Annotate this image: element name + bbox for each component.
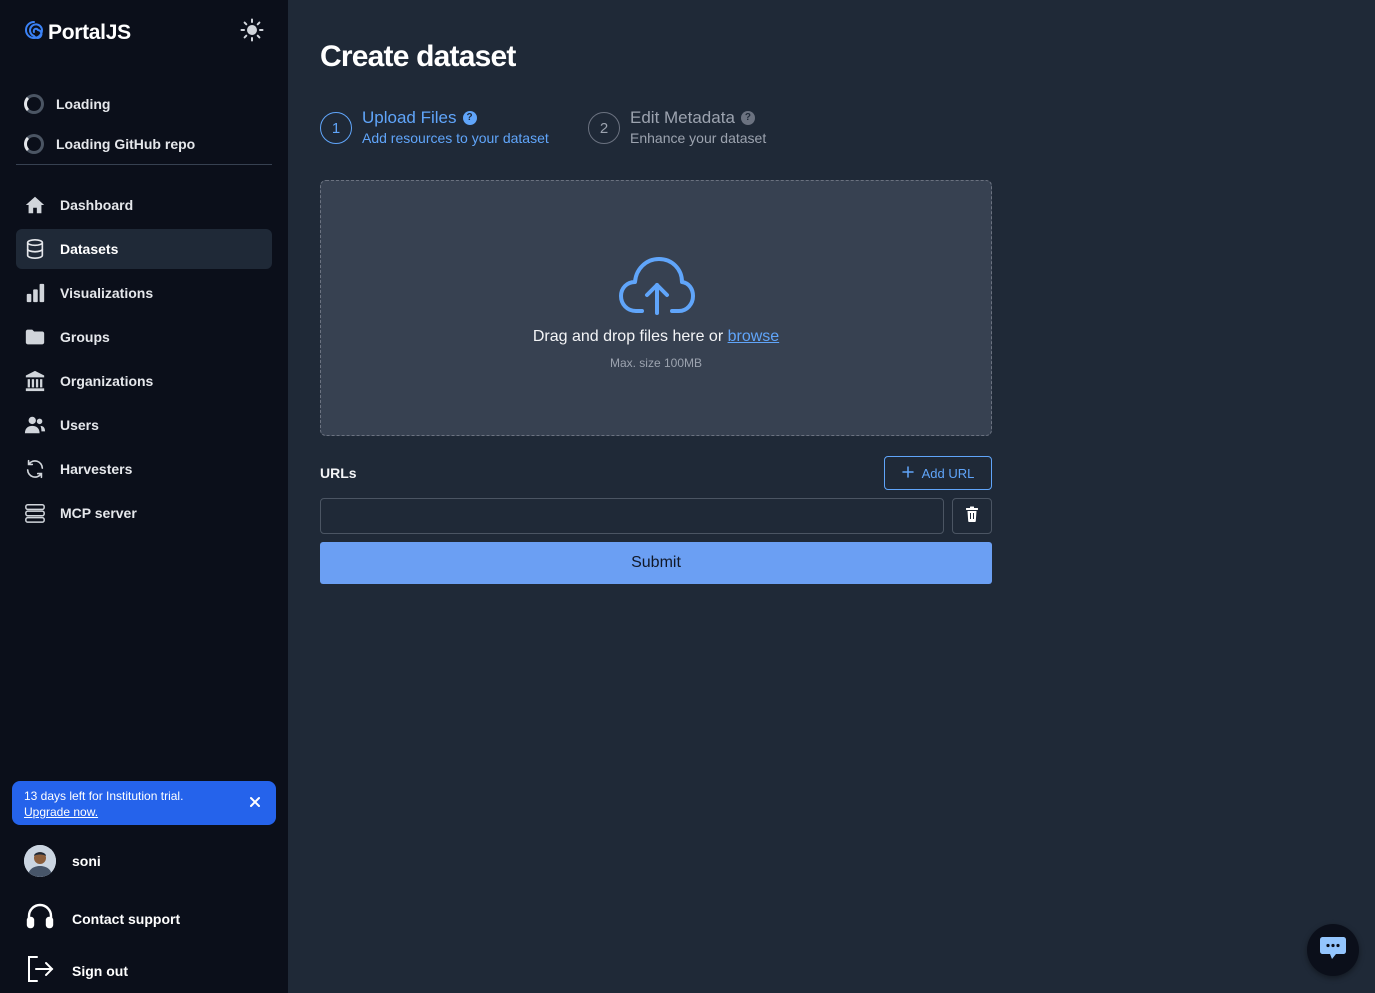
trial-text: 13 days left for Institution trial. <box>24 789 184 803</box>
sidebar-item-harvesters[interactable]: Harvesters <box>16 449 272 489</box>
loading-label: Loading GitHub repo <box>56 136 196 152</box>
theme-toggle-button[interactable] <box>238 18 266 46</box>
sidebar-item-datasets[interactable]: Datasets <box>16 229 272 269</box>
sidebar-item-label: Groups <box>60 329 110 345</box>
chat-icon <box>1319 935 1347 966</box>
loading-item: Loading <box>24 94 110 114</box>
spiral-logo-icon <box>24 20 44 45</box>
sidebar-item-organizations[interactable]: Organizations <box>16 361 272 401</box>
server-icon <box>24 502 46 524</box>
step-edit-metadata[interactable]: 2 Edit Metadata ? Enhance your dataset <box>588 108 766 148</box>
step-number: 1 <box>320 112 352 144</box>
refresh-icon <box>24 458 46 480</box>
spinner-icon <box>24 94 44 114</box>
sun-icon <box>240 18 264 47</box>
sidebar-item-label: Datasets <box>60 241 119 257</box>
brand-name: PortalJS <box>48 20 131 44</box>
sidebar-item-visualizations[interactable]: Visualizations <box>16 273 272 313</box>
close-icon[interactable] <box>248 795 262 809</box>
sidebar-item-groups[interactable]: Groups <box>16 317 272 357</box>
users-icon <box>24 414 46 436</box>
page-title: Create dataset <box>320 40 516 73</box>
sidebar-item-label: Organizations <box>60 373 154 389</box>
step-subtitle: Enhance your dataset <box>630 130 767 146</box>
url-input[interactable] <box>320 498 944 534</box>
step-title-text: Upload Files <box>362 108 457 127</box>
building-icon <box>24 370 46 392</box>
sidebar-item-users[interactable]: Users <box>16 405 272 445</box>
sign-out-icon <box>24 953 56 988</box>
sidebar: PortalJS Loading Loading GitHub repo Das… <box>0 0 288 993</box>
divider <box>16 164 272 165</box>
step-title: Upload Files ? <box>362 108 549 128</box>
folder-icon <box>24 326 46 348</box>
sidebar-item-label: Visualizations <box>60 285 154 301</box>
sidebar-item-mcp-server[interactable]: MCP server <box>16 493 272 533</box>
spinner-icon <box>24 134 44 154</box>
step-number: 2 <box>588 112 620 144</box>
cloud-upload-icon <box>618 255 696 315</box>
file-dropzone[interactable]: Drag and drop files here or browse Max. … <box>320 180 992 436</box>
loading-label: Loading <box>56 96 111 112</box>
user-profile[interactable]: soni <box>24 845 101 877</box>
headset-icon <box>24 901 56 936</box>
dropzone-hint: Max. size 100MB <box>609 356 703 370</box>
trash-icon <box>965 506 979 527</box>
contact-support-label: Contact support <box>72 910 181 927</box>
plus-icon <box>901 465 914 481</box>
step-title-text: Edit Metadata <box>630 108 735 127</box>
step-upload-files[interactable]: 1 Upload Files ? Add resources to your d… <box>320 108 549 148</box>
home-icon <box>24 194 46 216</box>
dropzone-text: Drag and drop files here or browse <box>321 328 991 346</box>
sign-out-link[interactable]: Sign out <box>24 953 128 988</box>
brand[interactable]: PortalJS <box>24 20 131 45</box>
upgrade-link[interactable]: Upgrade now. <box>24 804 264 820</box>
submit-button[interactable]: Submit <box>320 542 992 584</box>
sidebar-item-label: Users <box>60 417 99 433</box>
trial-banner: 13 days left for Institution trial. Upgr… <box>12 781 276 825</box>
sidebar-item-dashboard[interactable]: Dashboard <box>16 185 272 225</box>
add-url-button[interactable]: Add URL <box>884 456 992 490</box>
help-icon[interactable]: ? <box>462 111 477 125</box>
delete-url-button[interactable] <box>952 498 992 534</box>
contact-support-link[interactable]: Contact support <box>24 901 180 936</box>
sidebar-item-label: MCP server <box>60 505 137 521</box>
dropzone-instruction: Drag and drop files here or <box>532 328 728 345</box>
avatar <box>24 845 56 877</box>
bar-chart-icon <box>24 282 46 304</box>
sidebar-item-label: Dashboard <box>60 197 134 213</box>
database-icon <box>24 238 46 260</box>
help-icon[interactable]: ? <box>740 111 755 125</box>
chat-widget-button[interactable] <box>1307 924 1359 976</box>
add-url-label: Add URL <box>921 465 975 481</box>
sidebar-item-label: Harvesters <box>60 461 133 477</box>
loading-item-github: Loading GitHub repo <box>24 134 195 154</box>
user-name: soni <box>72 853 101 869</box>
step-title: Edit Metadata ? <box>630 108 766 128</box>
step-subtitle: Add resources to your dataset <box>362 130 549 146</box>
browse-link[interactable]: browse <box>728 328 780 345</box>
urls-label: URLs <box>320 465 357 481</box>
sign-out-label: Sign out <box>72 962 128 979</box>
